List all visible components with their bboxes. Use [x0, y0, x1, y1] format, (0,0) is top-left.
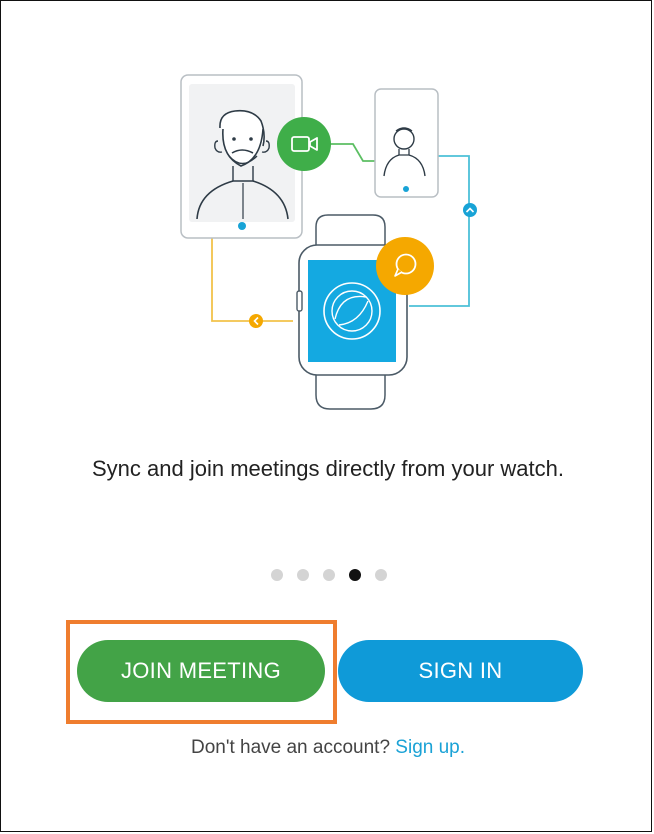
- sign-in-button[interactable]: SIGN IN: [338, 640, 583, 702]
- signup-link[interactable]: Sign up.: [395, 737, 465, 758]
- page-dot[interactable]: [323, 569, 335, 581]
- page-indicator: [1, 569, 654, 581]
- phone-device: [374, 88, 439, 198]
- video-camera-icon: [277, 117, 331, 171]
- chat-bubble-icon: [376, 237, 434, 295]
- page-dot[interactable]: [375, 569, 387, 581]
- chevron-up-icon: [463, 203, 477, 217]
- signup-row: Don't have an account? Sign up.: [1, 737, 654, 759]
- app-window: Sync and join meetings directly from you…: [0, 0, 652, 832]
- chevron-left-icon: [249, 314, 263, 328]
- page-dot[interactable]: [271, 569, 283, 581]
- onboarding-tagline: Sync and join meetings directly from you…: [92, 456, 564, 481]
- signup-prompt: Don't have an account?: [190, 737, 391, 758]
- join-button-highlight: [66, 620, 337, 724]
- page-dot[interactable]: [297, 569, 309, 581]
- page-dot-active[interactable]: [349, 569, 361, 581]
- onboarding-illustration: [180, 74, 477, 410]
